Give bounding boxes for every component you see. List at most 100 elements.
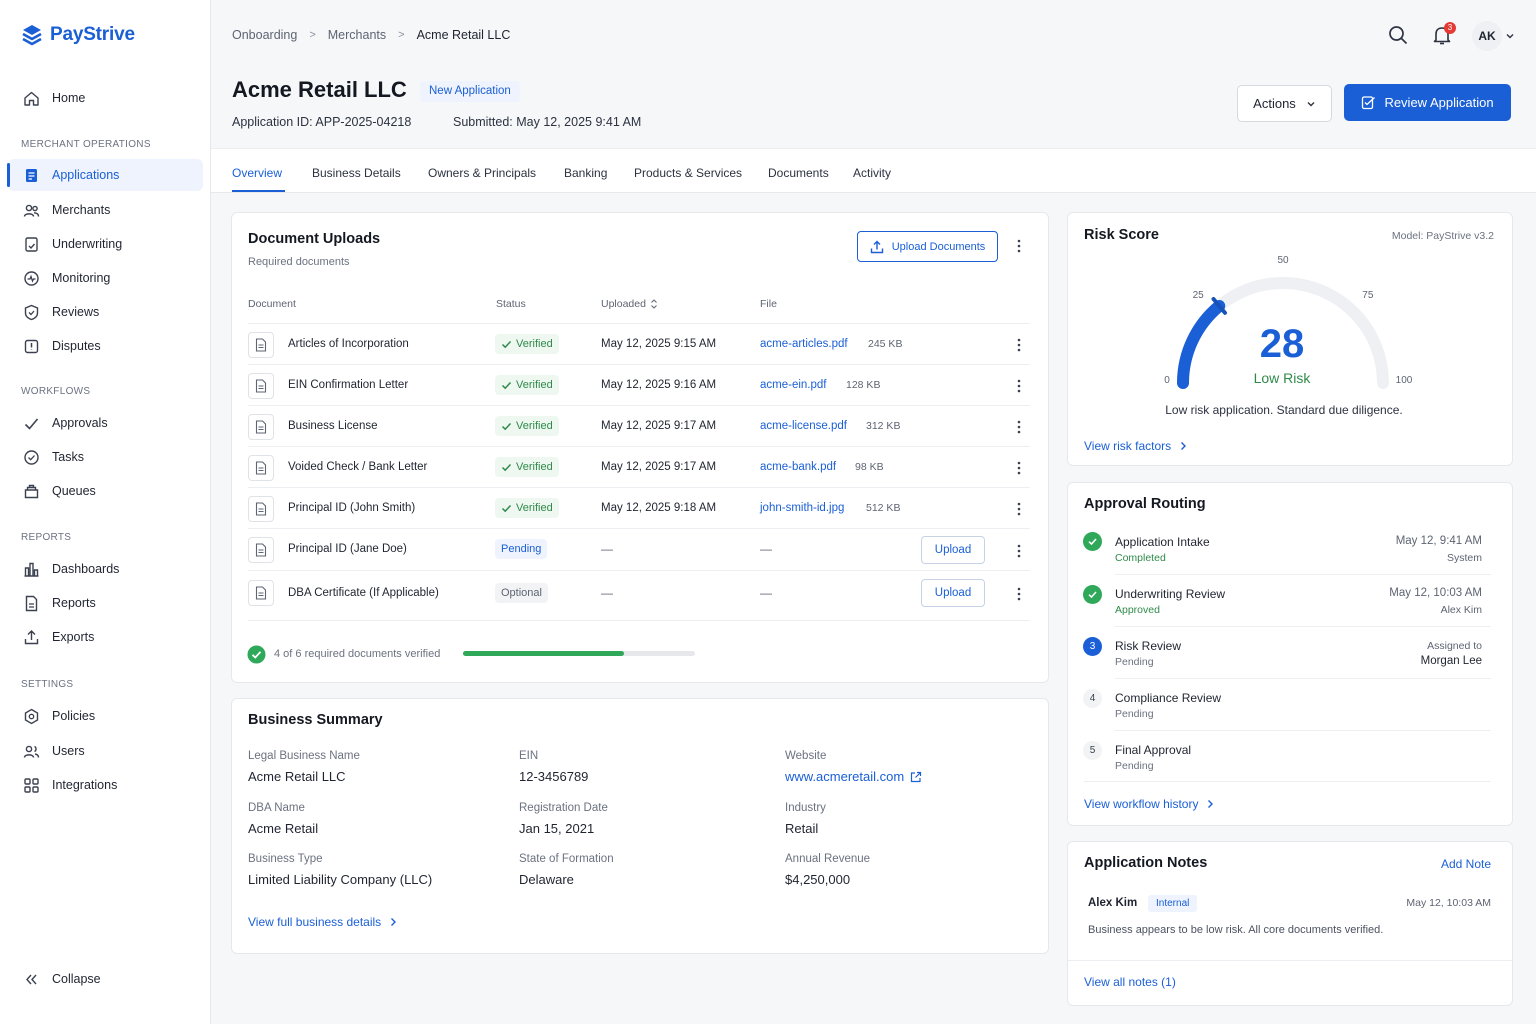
file-size: 98 KB	[855, 461, 884, 473]
progress-track	[463, 651, 695, 656]
review-application-button[interactable]: Review Application	[1344, 84, 1511, 121]
chevron-down-icon[interactable]	[1505, 31, 1515, 41]
more-options-icon[interactable]	[1011, 378, 1027, 394]
file-size: 512 KB	[866, 502, 901, 514]
upload-button[interactable]: Upload	[921, 536, 985, 564]
sidebar-item-label: Applications	[52, 168, 120, 182]
column-header-status: Status	[496, 298, 526, 310]
upload-button[interactable]: Upload	[921, 579, 985, 607]
document-name: Principal ID (Jane Doe)	[288, 543, 407, 555]
more-options-icon[interactable]	[1011, 460, 1027, 476]
view-risk-factors-link[interactable]: View risk factors	[1084, 439, 1187, 453]
more-options-icon[interactable]	[1011, 543, 1027, 559]
sidebar-item-tasks[interactable]: Tasks	[8, 441, 203, 473]
sidebar-item-dashboards[interactable]: Dashboards	[8, 553, 203, 585]
file-link[interactable]: john-smith-id.jpg	[760, 502, 844, 514]
sidebar-item-approvals[interactable]: Approvals	[8, 407, 203, 439]
sidebar-item-merchants[interactable]: Merchants	[8, 194, 203, 226]
export-icon	[23, 629, 40, 646]
business-type-value: Limited Liability Company (LLC)	[248, 872, 433, 887]
sidebar-item-queues[interactable]: Queues	[8, 475, 203, 507]
more-options-icon[interactable]	[1011, 586, 1027, 602]
risk-description: Low risk application. Standard due dilig…	[1165, 403, 1403, 417]
column-header-uploaded[interactable]: Uploaded	[601, 298, 658, 310]
document-uploads-subtitle: Required documents	[248, 256, 350, 268]
sidebar-item-reports[interactable]: Reports	[8, 587, 203, 619]
step-assigned-label: Assigned to	[1427, 640, 1482, 652]
status-badge: Verified	[495, 416, 559, 436]
tab-business-details[interactable]: Business Details	[312, 166, 401, 180]
file-link[interactable]: acme-ein.pdf	[760, 379, 826, 391]
sidebar-item-label: Approvals	[52, 416, 108, 430]
more-options-icon[interactable]	[1011, 337, 1027, 353]
breadcrumb-merchants[interactable]: Merchants	[328, 28, 386, 42]
upload-documents-label: Upload Documents	[891, 240, 986, 253]
status-badge: Verified	[495, 375, 559, 395]
more-options-icon[interactable]	[1011, 419, 1027, 435]
view-all-notes-link[interactable]: View all notes (1)	[1084, 975, 1176, 989]
actions-dropdown-button[interactable]: Actions	[1237, 85, 1332, 122]
search-icon[interactable]	[1387, 24, 1411, 48]
view-business-details-link[interactable]: View full business details	[248, 915, 397, 929]
step-title: Underwriting Review	[1115, 587, 1226, 601]
file-size: 245 KB	[868, 338, 903, 350]
collapse-sidebar-button[interactable]: Collapse	[8, 963, 203, 995]
underwriting-icon	[23, 236, 40, 253]
file-link[interactable]: acme-articles.pdf	[760, 338, 848, 350]
sidebar-item-disputes[interactable]: Disputes	[8, 330, 203, 362]
sidebar-item-policies[interactable]: Policies	[8, 700, 203, 732]
step-status: Completed	[1115, 552, 1166, 564]
section-settings: SETTINGS	[21, 679, 74, 690]
status-text: Verified	[516, 338, 553, 350]
step-status: Pending	[1115, 708, 1154, 720]
sidebar-item-integrations[interactable]: Integrations	[8, 769, 203, 801]
sidebar-item-label: Merchants	[52, 203, 111, 217]
tab-owners-principals[interactable]: Owners & Principals	[428, 166, 536, 180]
tab-documents[interactable]: Documents	[768, 166, 829, 180]
status-badge: Pending	[495, 539, 548, 559]
sidebar-item-label: Tasks	[52, 450, 84, 464]
website-value: www.acmeretail.com	[785, 769, 905, 784]
legal-name-value: Acme Retail LLC	[248, 769, 346, 784]
tasks-icon	[23, 449, 40, 466]
notification-count-badge: 3	[1444, 22, 1456, 34]
ein-label: EIN	[519, 750, 539, 762]
sort-icon	[650, 299, 658, 309]
status-badge: Verified	[495, 498, 559, 518]
upload-documents-button[interactable]: Upload Documents	[857, 231, 998, 262]
sidebar-item-label: Policies	[52, 709, 96, 723]
add-note-button[interactable]: Add Note	[1441, 857, 1491, 871]
sidebar-item-label: Home	[52, 91, 86, 105]
active-tab-indicator	[232, 190, 285, 192]
breadcrumb-onboarding[interactable]: Onboarding	[232, 28, 297, 42]
table-row: Principal ID (Jane Doe) Pending — — Uplo…	[248, 528, 1030, 570]
sidebar-item-monitoring[interactable]: Monitoring	[8, 262, 203, 294]
double-chevron-left-icon	[23, 971, 40, 988]
table-row: Voided Check / Bank Letter Verified May …	[248, 446, 1030, 487]
website-link[interactable]: www.acmeretail.com	[785, 769, 922, 784]
logo[interactable]: PayStrive	[21, 24, 135, 46]
gauge-tick-25: 25	[1193, 290, 1205, 301]
sidebar: PayStrive Home MERCHANT OPERATIONS Appli…	[0, 0, 211, 1024]
tab-banking[interactable]: Banking	[564, 166, 607, 180]
uploaded-label: Uploaded	[601, 298, 646, 310]
step-number-4: 4	[1083, 689, 1102, 708]
tab-activity[interactable]: Activity	[853, 166, 891, 180]
sidebar-item-home[interactable]: Home	[8, 82, 203, 114]
tab-overview[interactable]: Overview	[232, 166, 282, 180]
sidebar-item-exports[interactable]: Exports	[8, 621, 203, 653]
disputes-icon	[23, 338, 40, 355]
sidebar-item-applications[interactable]: Applications	[7, 159, 203, 191]
file-link[interactable]: acme-bank.pdf	[760, 461, 836, 473]
view-workflow-history-link[interactable]: View workflow history	[1084, 797, 1214, 811]
sidebar-item-users[interactable]: Users	[8, 735, 203, 767]
chevron-right-icon: >	[398, 29, 405, 41]
sidebar-item-reviews[interactable]: Reviews	[8, 296, 203, 328]
sidebar-item-label: Monitoring	[52, 271, 111, 285]
more-options-icon[interactable]	[1011, 238, 1027, 254]
sidebar-item-underwriting[interactable]: Underwriting	[8, 228, 203, 260]
tab-products-services[interactable]: Products & Services	[634, 166, 742, 180]
user-avatar[interactable]: AK	[1472, 21, 1502, 51]
more-options-icon[interactable]	[1011, 501, 1027, 517]
file-link[interactable]: acme-license.pdf	[760, 420, 847, 432]
